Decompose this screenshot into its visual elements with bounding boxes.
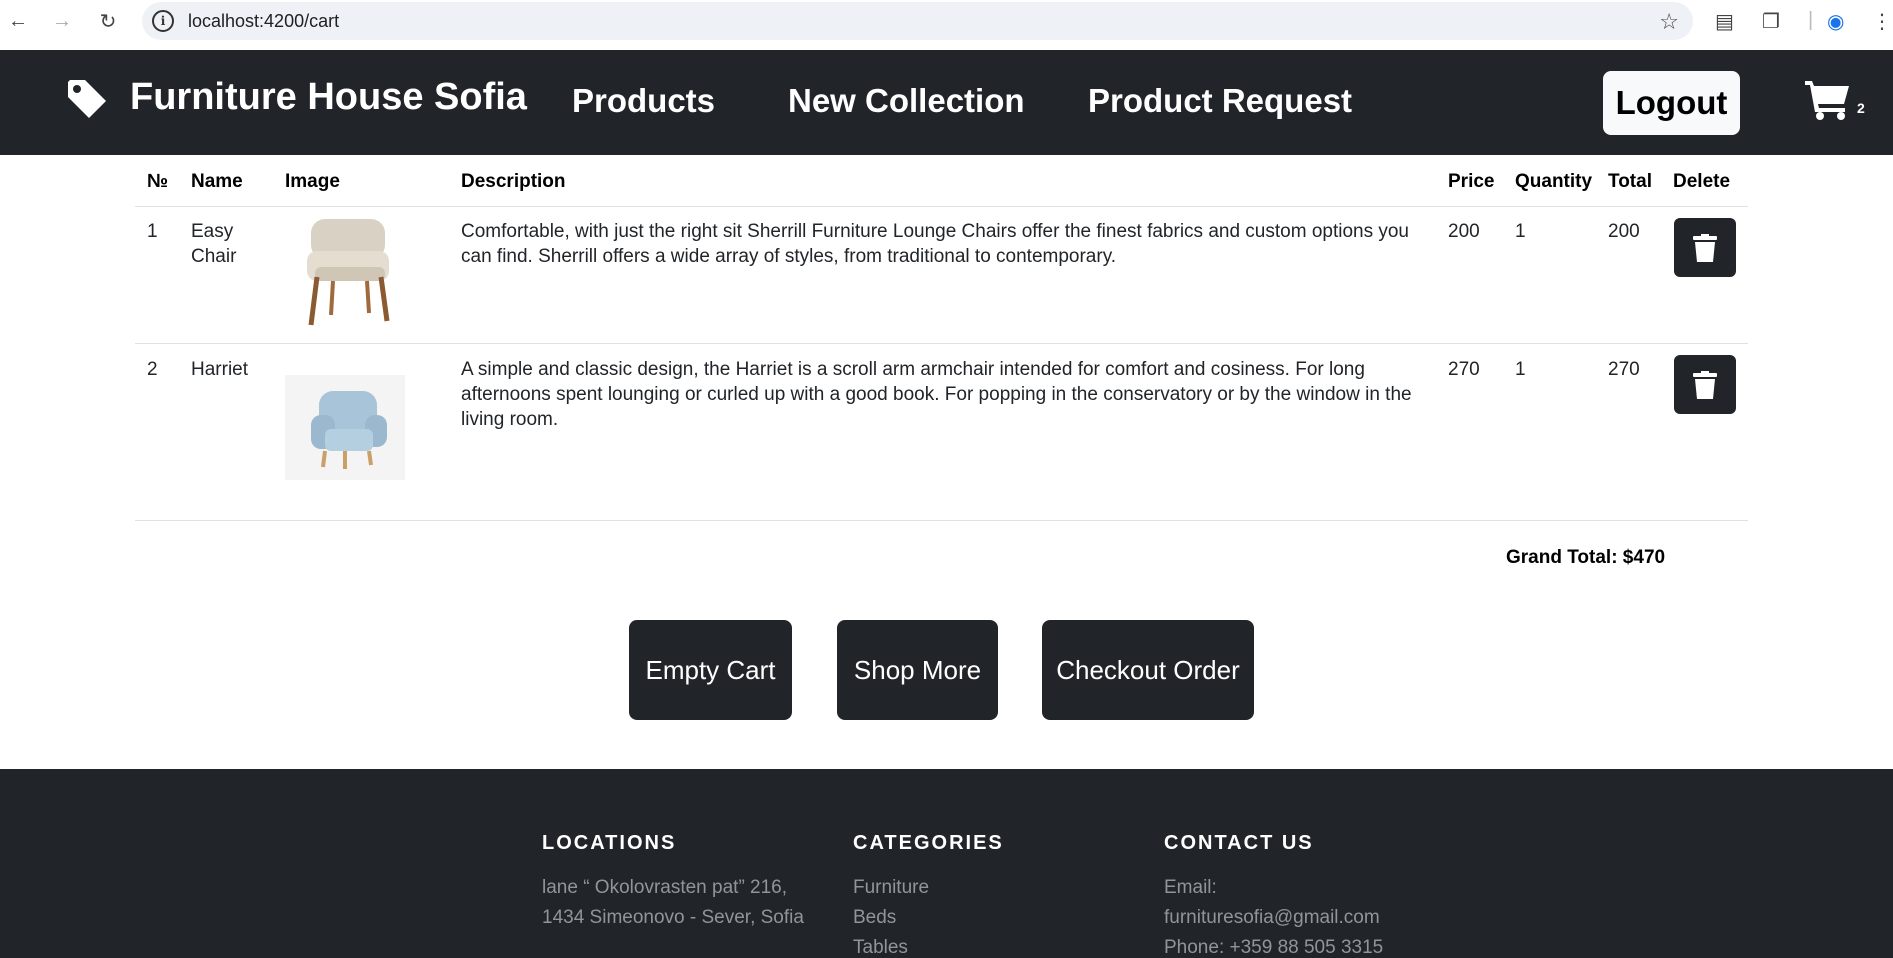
product-name: Easy Chair bbox=[191, 221, 237, 267]
toolbar-divider: | bbox=[1808, 9, 1814, 31]
footer-contact: CONTACT US Email: furnituresofia@gmail.c… bbox=[1164, 832, 1383, 958]
profile-icon[interactable]: ◉ bbox=[1827, 9, 1844, 34]
row-index: 2 bbox=[147, 359, 158, 380]
header-quantity: Quantity bbox=[1515, 171, 1593, 192]
trash-icon bbox=[1693, 370, 1717, 399]
grand-total: Grand Total: $470 bbox=[1506, 547, 1666, 568]
shopping-cart-icon[interactable] bbox=[1805, 78, 1851, 120]
header-price: Price bbox=[1448, 171, 1495, 192]
brand-name[interactable]: Furniture House Sofia bbox=[130, 76, 527, 119]
footer-locations-title: LOCATIONS bbox=[542, 832, 677, 854]
row-index: 1 bbox=[147, 221, 158, 242]
site-info-icon[interactable]: i bbox=[152, 10, 174, 32]
product-price: 270 bbox=[1448, 359, 1480, 380]
product-name: Harriet bbox=[191, 359, 249, 380]
footer-contact-email[interactable]: furnituresofia@gmail.com bbox=[1164, 903, 1383, 933]
row-divider bbox=[135, 520, 1748, 521]
footer-address-line: 1434 Simeonovo - Sever, Sofia bbox=[542, 907, 804, 928]
footer-categories: CATEGORIES Furniture Beds Tables bbox=[853, 832, 1004, 958]
cart-count-badge: 2 bbox=[1857, 100, 1865, 116]
footer-locations: LOCATIONS lane “ Okolovrasten pat” 216, … bbox=[542, 832, 804, 933]
product-quantity: 1 bbox=[1515, 221, 1526, 242]
header-total: Total bbox=[1608, 171, 1652, 192]
delete-button[interactable] bbox=[1674, 355, 1736, 414]
reload-icon[interactable]: ↻ bbox=[94, 7, 122, 35]
logout-button[interactable]: Logout bbox=[1603, 71, 1740, 135]
media-icon[interactable]: ▤ bbox=[1715, 9, 1734, 34]
empty-cart-button[interactable]: Empty Cart bbox=[629, 620, 792, 720]
shop-more-button[interactable]: Shop More bbox=[837, 620, 998, 720]
nav-link-products[interactable]: Products bbox=[572, 82, 715, 120]
footer-category-link[interactable]: Beds bbox=[853, 903, 1004, 933]
tag-icon bbox=[68, 80, 106, 118]
browser-toolbar: ← → ↻ i localhost:4200/cart ☆ ▤ ❐ | ◉ ⋮ bbox=[0, 0, 1893, 43]
back-arrow-icon[interactable]: ← bbox=[4, 7, 32, 35]
menu-kebab-icon[interactable]: ⋮ bbox=[1872, 9, 1892, 34]
product-image-harriet bbox=[285, 375, 405, 480]
footer-contact-title: CONTACT US bbox=[1164, 832, 1314, 854]
site-navbar: Furniture House Sofia Products New Colle… bbox=[0, 50, 1893, 155]
row-divider bbox=[135, 343, 1748, 344]
bookmark-star-icon[interactable]: ☆ bbox=[1659, 9, 1679, 35]
header-number: № bbox=[147, 171, 169, 192]
product-total: 270 bbox=[1608, 359, 1640, 380]
footer-address-line: lane “ Okolovrasten pat” 216, bbox=[542, 877, 788, 898]
nav-link-product-request[interactable]: Product Request bbox=[1088, 82, 1352, 120]
header-name: Name bbox=[191, 171, 243, 192]
product-quantity: 1 bbox=[1515, 359, 1526, 380]
header-description: Description bbox=[461, 171, 566, 192]
footer-categories-title: CATEGORIES bbox=[853, 832, 1004, 854]
header-image: Image bbox=[285, 171, 340, 192]
address-bar[interactable]: i localhost:4200/cart ☆ bbox=[142, 2, 1693, 40]
header-delete: Delete bbox=[1673, 171, 1731, 192]
forward-arrow-icon[interactable]: → bbox=[48, 7, 76, 35]
footer-category-link[interactable]: Furniture bbox=[853, 873, 1004, 903]
nav-link-new-collection[interactable]: New Collection bbox=[788, 82, 1025, 120]
checkout-order-button[interactable]: Checkout Order bbox=[1042, 620, 1254, 720]
product-price: 200 bbox=[1448, 221, 1480, 242]
product-total: 200 bbox=[1608, 221, 1640, 242]
product-image-easy-chair bbox=[307, 219, 390, 326]
delete-button[interactable] bbox=[1674, 218, 1736, 277]
footer-category-link[interactable]: Tables bbox=[853, 933, 1004, 958]
row-divider bbox=[135, 206, 1748, 207]
product-description: Comfortable, with just the right sit She… bbox=[461, 221, 1409, 267]
product-description: A simple and classic design, the Harriet… bbox=[461, 359, 1412, 430]
site-footer: LOCATIONS lane “ Okolovrasten pat” 216, … bbox=[0, 769, 1893, 958]
url-text[interactable]: localhost:4200/cart bbox=[188, 11, 339, 32]
footer-contact-line: Email: bbox=[1164, 877, 1217, 898]
trash-icon bbox=[1693, 233, 1717, 262]
footer-contact-phone[interactable]: Phone: +359 88 505 3315 bbox=[1164, 933, 1383, 958]
extensions-icon[interactable]: ❐ bbox=[1762, 9, 1780, 34]
